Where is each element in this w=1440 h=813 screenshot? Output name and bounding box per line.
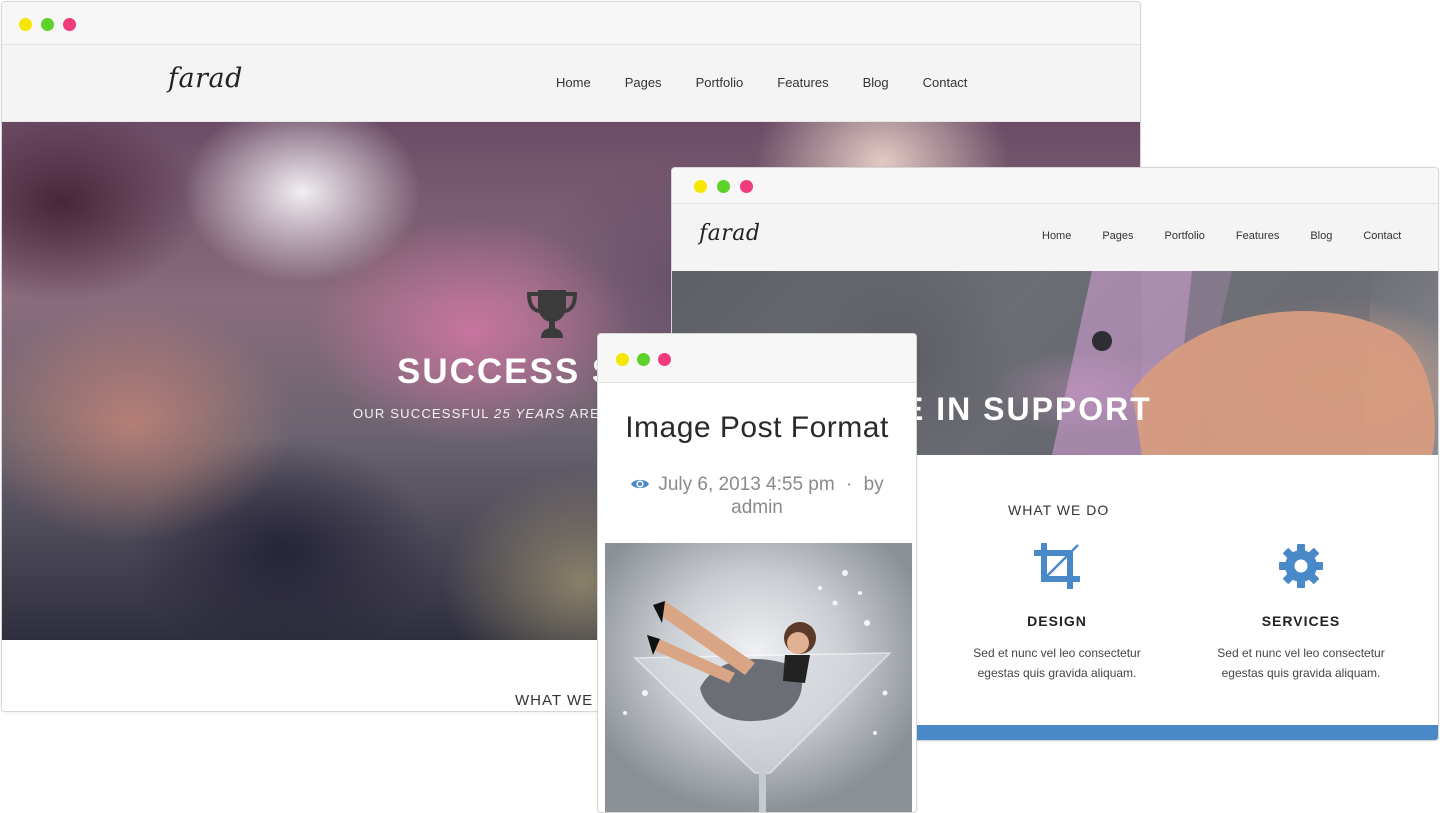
main-nav: Home Pages Portfolio Features Blog Conta… <box>1042 230 1432 242</box>
nav-item-portfolio[interactable]: Portfolio <box>696 75 744 90</box>
post-author[interactable]: admin <box>731 497 783 518</box>
martini-splash-photo <box>623 570 892 812</box>
section-heading: WHAT WE DO <box>1008 502 1110 518</box>
close-dot-icon[interactable] <box>63 18 76 31</box>
hero-title: E IN SUPPORT <box>902 391 1152 427</box>
post-date[interactable]: July 6, 2013 4:55 pm <box>658 474 834 495</box>
hero-subtitle-emphasis: 25 YEARS <box>494 406 566 421</box>
window-titlebar <box>598 334 916 383</box>
nav-item-portfolio[interactable]: Portfolio <box>1165 230 1205 242</box>
browser-window-post: Image Post Format July 6, 2013 4:55 pm ·… <box>597 333 917 813</box>
minimize-dot-icon[interactable] <box>19 18 32 31</box>
post-meta: July 6, 2013 4:55 pm · by admin <box>618 473 896 519</box>
feature-text: Sed et nunc vel leo consectetur egestas … <box>1217 646 1385 680</box>
window-titlebar <box>2 2 1140 45</box>
feature-title: SERVICES <box>1261 613 1341 629</box>
trophy-icon <box>526 290 578 338</box>
post-title[interactable]: Image Post Format <box>598 411 916 445</box>
maximize-dot-icon[interactable] <box>717 180 730 193</box>
site-header: farad Home Pages Portfolio Features Blog… <box>2 45 1140 122</box>
nav-item-features[interactable]: Features <box>777 75 828 90</box>
site-logo[interactable]: farad <box>168 63 243 94</box>
close-dot-icon[interactable] <box>658 353 671 366</box>
gear-icon <box>1279 544 1323 588</box>
maximize-dot-icon[interactable] <box>41 18 54 31</box>
eye-icon <box>631 479 650 489</box>
nav-item-pages[interactable]: Pages <box>1102 230 1133 242</box>
nav-item-contact[interactable]: Contact <box>923 75 968 90</box>
window-titlebar <box>672 168 1438 204</box>
main-nav: Home Pages Portfolio Features Blog Conta… <box>556 75 1001 90</box>
nav-item-pages[interactable]: Pages <box>625 75 662 90</box>
post-by-label: by <box>863 474 884 495</box>
crop-icon <box>1034 543 1080 589</box>
hero-title: SUCCESS S <box>397 352 618 391</box>
site-logo[interactable]: farad <box>699 221 760 246</box>
nav-item-blog[interactable]: Blog <box>1310 230 1332 242</box>
maximize-dot-icon[interactable] <box>637 353 650 366</box>
nav-item-blog[interactable]: Blog <box>863 75 889 90</box>
nav-item-contact[interactable]: Contact <box>1363 230 1401 242</box>
meta-separator: · <box>845 474 853 495</box>
minimize-dot-icon[interactable] <box>694 180 707 193</box>
close-dot-icon[interactable] <box>740 180 753 193</box>
feature-services: SERVICES Sed et nunc vel leo consectetur… <box>1186 541 1416 683</box>
feature-design: DESIGN Sed et nunc vel leo consectetur e… <box>942 541 1172 683</box>
minimize-dot-icon[interactable] <box>616 353 629 366</box>
feature-text: Sed et nunc vel leo consectetur egestas … <box>973 646 1141 680</box>
nav-item-home[interactable]: Home <box>1042 230 1071 242</box>
section-heading: WHAT WE <box>515 692 594 709</box>
nav-item-home[interactable]: Home <box>556 75 591 90</box>
hero-subtitle-part: OUR SUCCESSFUL <box>353 406 495 421</box>
post-featured-image[interactable] <box>605 543 912 812</box>
site-header: farad Home Pages Portfolio Features Blog… <box>672 204 1438 271</box>
nav-item-features[interactable]: Features <box>1236 230 1279 242</box>
feature-title: DESIGN <box>1027 613 1087 629</box>
